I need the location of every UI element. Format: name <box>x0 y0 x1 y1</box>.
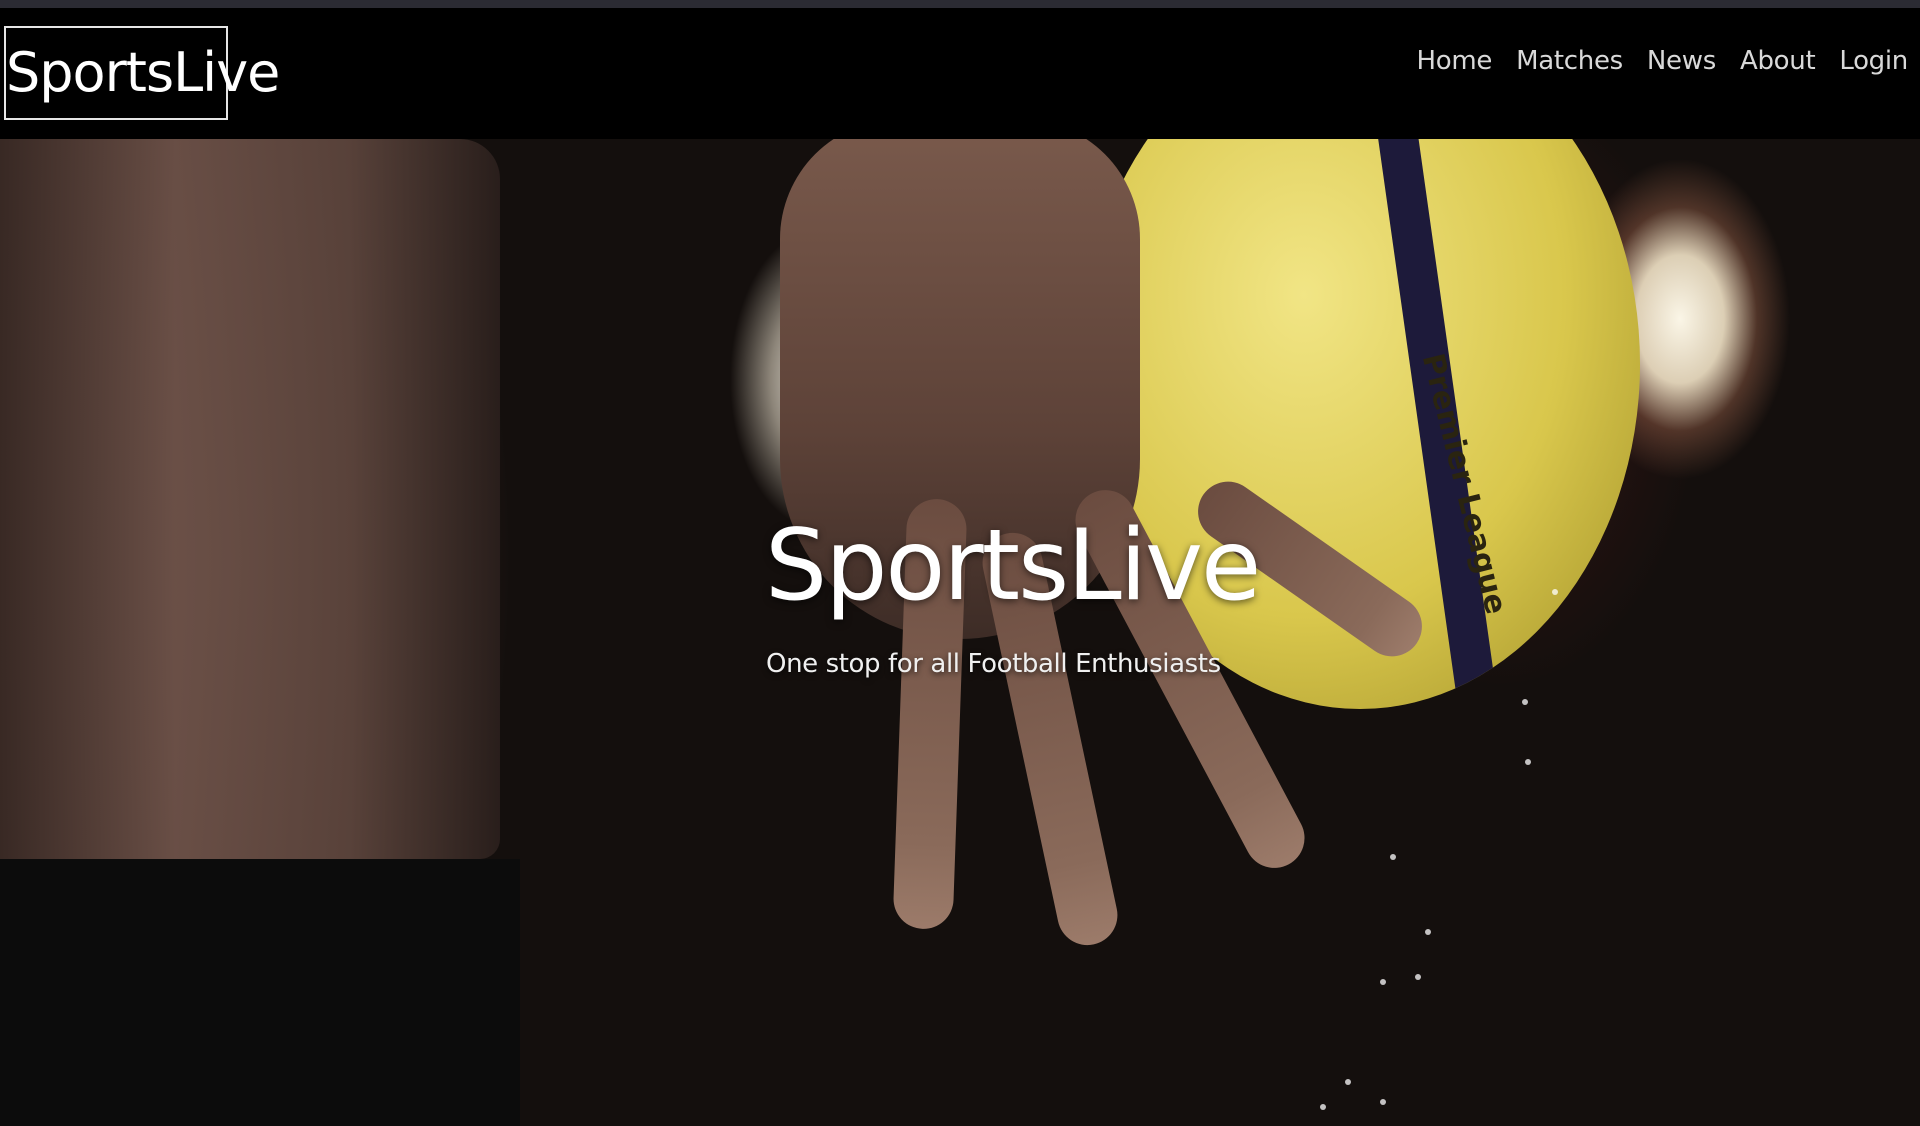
water-droplet <box>1525 759 1531 765</box>
water-droplet <box>1415 974 1421 980</box>
navbar: SportsLive Home Matches News About Login <box>0 8 1920 139</box>
hero-image-sleeve <box>0 859 520 1126</box>
hero-banner: Premier League SportsLive One stop for a… <box>0 139 1920 1126</box>
nav-login[interactable]: Login <box>1839 46 1908 76</box>
water-droplet <box>1380 1099 1386 1105</box>
hero-subtitle: One stop for all Football Enthusiasts <box>766 649 1221 679</box>
water-droplet <box>1320 1104 1326 1110</box>
water-droplet <box>1522 699 1528 705</box>
top-border <box>0 0 1920 8</box>
hero-image-arm <box>0 139 500 859</box>
water-droplet <box>1345 1079 1351 1085</box>
nav-home[interactable]: Home <box>1417 46 1493 76</box>
brand-logo[interactable]: SportsLive <box>4 26 280 120</box>
water-droplet <box>1390 854 1396 860</box>
hero-title: SportsLive <box>765 509 1261 623</box>
water-droplet <box>1552 589 1558 595</box>
water-droplet <box>1425 929 1431 935</box>
nav-about[interactable]: About <box>1740 46 1816 76</box>
nav-menu: Home Matches News About Login <box>1417 46 1909 76</box>
nav-matches[interactable]: Matches <box>1516 46 1623 76</box>
water-droplet <box>1380 979 1386 985</box>
nav-news[interactable]: News <box>1647 46 1716 76</box>
